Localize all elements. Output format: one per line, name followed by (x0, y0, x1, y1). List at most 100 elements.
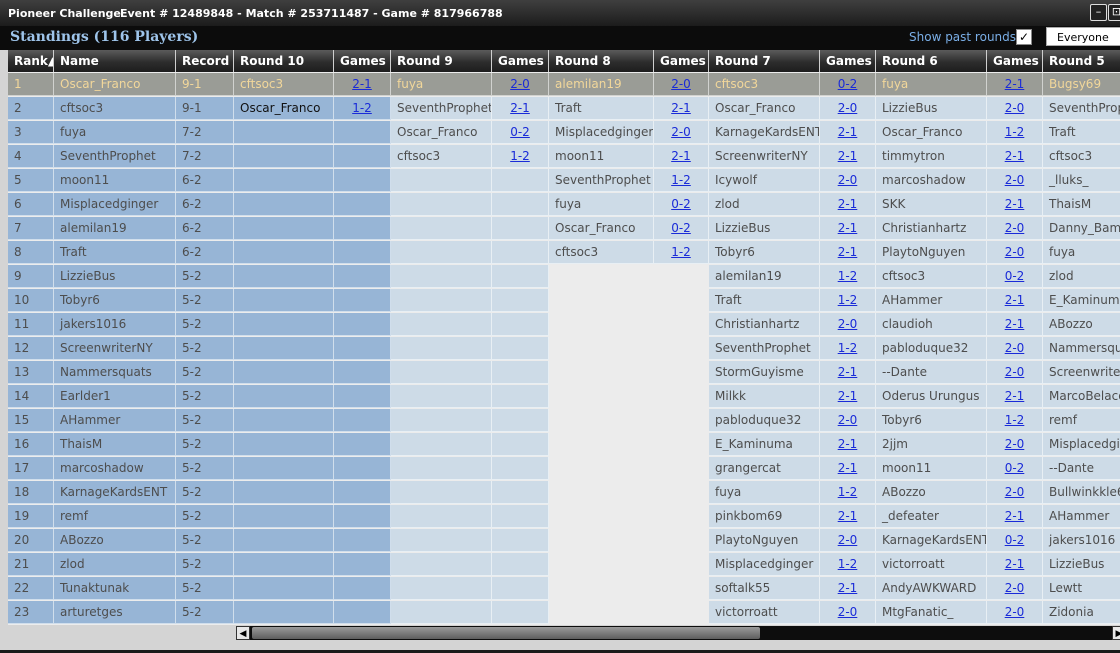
show-past-rounds-label[interactable]: Show past rounds (909, 30, 1016, 44)
games-result-link[interactable]: 2-1 (1005, 77, 1025, 91)
games-result-link[interactable]: 2-1 (1005, 293, 1025, 307)
cell-empty (334, 433, 391, 456)
games-result-link[interactable]: 2-1 (671, 149, 691, 163)
games-result-link[interactable]: 2-1 (838, 437, 858, 451)
header-record[interactable]: Record (176, 50, 234, 72)
games-result-link[interactable]: 1-2 (671, 173, 691, 187)
games-result-link[interactable]: 2-0 (1005, 221, 1025, 235)
games-result-link[interactable]: 2-0 (838, 605, 858, 619)
cell-name: Traft (54, 241, 176, 264)
games-result-link[interactable]: 2-1 (352, 77, 372, 91)
cell-opponent: StormGuyisme (709, 361, 820, 384)
games-result-link[interactable]: 2-1 (838, 461, 858, 475)
games-result-link[interactable]: 1-2 (352, 101, 372, 115)
restore-icon[interactable]: ⊡ (1108, 4, 1120, 21)
header-round9[interactable]: Round 9 (391, 50, 492, 72)
games-result-link[interactable]: 2-0 (1005, 341, 1025, 355)
cell-games: 2-0 (987, 601, 1043, 624)
cell-name: remf (54, 505, 176, 528)
games-result-link[interactable]: 2-0 (838, 533, 858, 547)
minimize-icon[interactable]: – (1090, 4, 1107, 21)
games-result-link[interactable]: 2-1 (838, 245, 858, 259)
games-result-link[interactable]: 2-1 (838, 581, 858, 595)
games-result-link[interactable]: 2-0 (1005, 101, 1025, 115)
games-result-link[interactable]: 2-1 (838, 125, 858, 139)
cell-games: 2-1 (654, 145, 709, 168)
show-past-rounds-checkbox[interactable]: ✓ (1016, 29, 1032, 45)
games-result-link[interactable]: 2-0 (1005, 437, 1025, 451)
games-result-link[interactable]: 2-0 (838, 413, 858, 427)
games-result-link[interactable]: 0-2 (671, 221, 691, 235)
header-round10[interactable]: Round 10 (234, 50, 334, 72)
games-result-link[interactable]: 2-1 (838, 221, 858, 235)
column-round5: Round 5Bugsy69SeventhProphetTraftcftsoc3… (1043, 50, 1120, 625)
header-round10-games[interactable]: Games (334, 50, 391, 72)
games-result-link[interactable]: 2-0 (1005, 485, 1025, 499)
games-result-link[interactable]: 2-1 (838, 197, 858, 211)
games-result-link[interactable]: 2-1 (1005, 197, 1025, 211)
games-result-link[interactable]: 1-2 (838, 557, 858, 571)
cell-empty (492, 457, 549, 480)
games-result-link[interactable]: 0-2 (1005, 461, 1025, 475)
games-result-link[interactable]: 2-0 (838, 101, 858, 115)
games-result-link[interactable]: 2-1 (838, 365, 858, 379)
cell-empty (334, 193, 391, 216)
games-result-link[interactable]: 0-2 (671, 197, 691, 211)
header-round8-games[interactable]: Games (654, 50, 709, 72)
header-round7-games[interactable]: Games (820, 50, 876, 72)
header-rank[interactable]: Rank▲ (8, 50, 54, 72)
games-result-link[interactable]: 1-2 (671, 245, 691, 259)
header-round6[interactable]: Round 6 (876, 50, 987, 72)
games-result-link[interactable]: 0-2 (838, 77, 858, 91)
games-result-link[interactable]: 2-0 (1005, 365, 1025, 379)
scroll-right-icon[interactable]: ▶ (1112, 626, 1120, 640)
scrollbar-thumb[interactable] (252, 627, 760, 639)
games-result-link[interactable]: 1-2 (838, 293, 858, 307)
header-round6-games[interactable]: Games (987, 50, 1043, 72)
games-result-link[interactable]: 2-1 (1005, 557, 1025, 571)
header-name[interactable]: Name (54, 50, 176, 72)
scroll-left-icon[interactable]: ◀ (236, 626, 250, 640)
games-result-link[interactable]: 2-0 (1005, 605, 1025, 619)
games-result-link[interactable]: 2-1 (838, 389, 858, 403)
games-result-link[interactable]: 2-1 (1005, 149, 1025, 163)
games-result-link[interactable]: 2-0 (510, 77, 530, 91)
header-round5[interactable]: Round 5 (1043, 50, 1120, 72)
games-result-link[interactable]: 2-1 (838, 509, 858, 523)
games-result-link[interactable]: 2-1 (671, 101, 691, 115)
games-result-link[interactable]: 2-0 (1005, 581, 1025, 595)
games-result-link[interactable]: 2-0 (838, 173, 858, 187)
games-result-link[interactable]: 2-0 (671, 125, 691, 139)
games-result-link[interactable]: 0-2 (1005, 269, 1025, 283)
games-result-link[interactable]: 2-0 (838, 317, 858, 331)
cell-opponent: ScreenwriterNY (709, 145, 820, 168)
games-result-link[interactable]: 2-1 (838, 149, 858, 163)
games-result-link[interactable]: 0-2 (510, 125, 530, 139)
games-result-link[interactable]: 0-2 (1005, 533, 1025, 547)
cell-empty (391, 217, 492, 240)
games-result-link[interactable]: 1-2 (838, 269, 858, 283)
player-filter-select[interactable]: Everyone (1046, 27, 1120, 46)
games-result-link[interactable]: 1-2 (838, 341, 858, 355)
games-result-link[interactable]: 1-2 (1005, 125, 1025, 139)
games-result-link[interactable]: 2-0 (671, 77, 691, 91)
games-result-link[interactable]: 2-0 (1005, 245, 1025, 259)
horizontal-scrollbar[interactable]: ◀ ▶ (236, 626, 1120, 640)
games-result-link[interactable]: 1-2 (510, 149, 530, 163)
games-result-link[interactable]: 2-1 (1005, 509, 1025, 523)
cell-empty (492, 409, 549, 432)
cell-empty (492, 361, 549, 384)
games-result-link[interactable]: 2-0 (1005, 173, 1025, 187)
games-result-link[interactable]: 1-2 (1005, 413, 1025, 427)
cell-games: 2-0 (987, 169, 1043, 192)
cell-name: KarnageKardsENT (54, 481, 176, 504)
header-round9-games[interactable]: Games (492, 50, 549, 72)
games-result-link[interactable]: 2-1 (1005, 317, 1025, 331)
header-round7[interactable]: Round 7 (709, 50, 820, 72)
cell-opponent: SeventhProphet (709, 337, 820, 360)
games-result-link[interactable]: 2-1 (510, 101, 530, 115)
games-result-link[interactable]: 2-1 (1005, 389, 1025, 403)
cell-opponent: KarnageKardsENT (876, 529, 987, 552)
games-result-link[interactable]: 1-2 (838, 485, 858, 499)
header-round8[interactable]: Round 8 (549, 50, 654, 72)
